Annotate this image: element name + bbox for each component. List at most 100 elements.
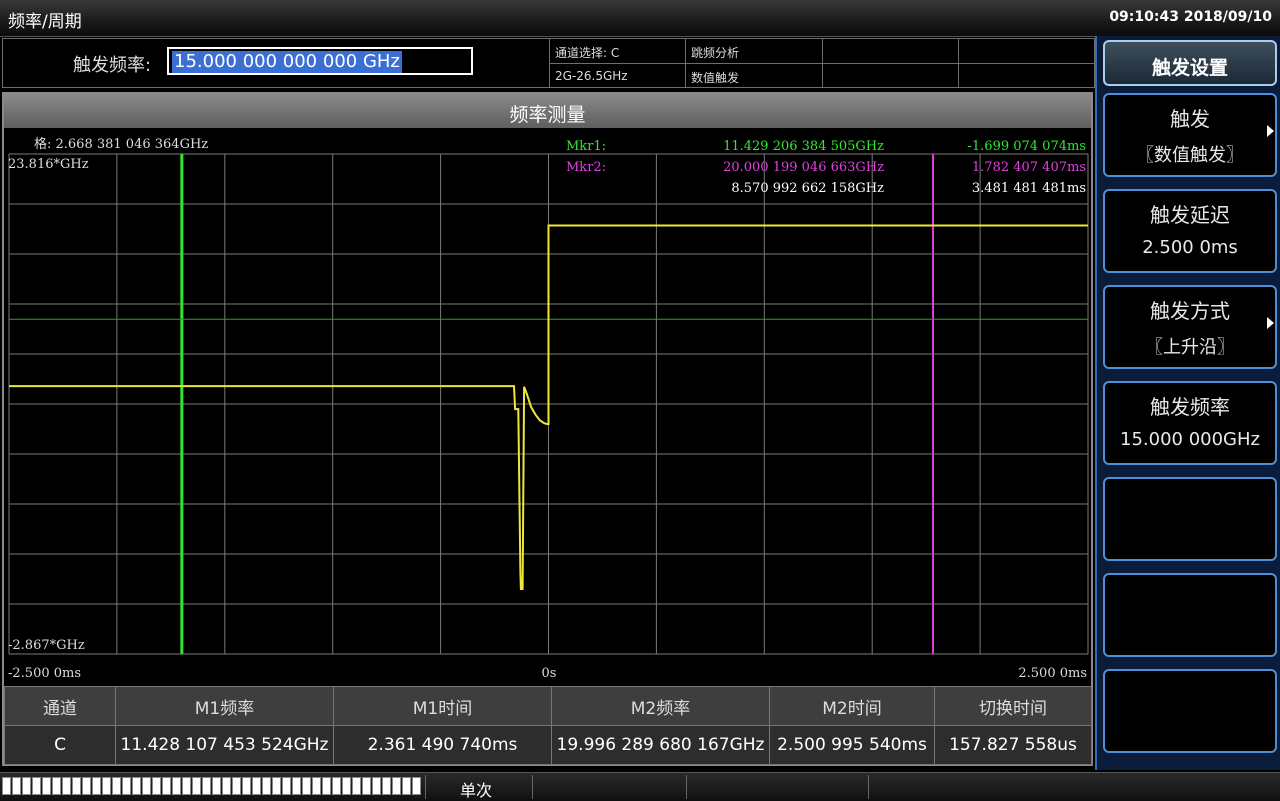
y-axis-bottom-label: -2.867*GHz xyxy=(8,638,85,653)
progress-segment xyxy=(92,777,101,795)
progress-segment xyxy=(142,777,151,795)
trigger-frequency-label: 触发频率: xyxy=(73,55,152,76)
cell-switch-time: 157.827 558us xyxy=(934,725,1092,765)
x-axis-left-label: -2.500 0ms xyxy=(8,666,81,681)
progress-segment xyxy=(132,777,141,795)
panel-header: 频率测量 xyxy=(4,94,1091,128)
col-switch-time-header: 切换时间 xyxy=(934,686,1092,726)
progress-segment xyxy=(212,777,221,795)
marker2-label: Mkr2: xyxy=(566,160,606,175)
results-header-row: 通道 M1频率 M1时间 M2频率 M2时间 切换时间 xyxy=(4,686,1092,726)
marker2-time: 1.782 407 407ms xyxy=(972,160,1086,175)
progress-segment xyxy=(82,777,91,795)
col-m2-freq-header: M2频率 xyxy=(551,686,770,726)
trigger-edge-button[interactable]: 触发方式 〖上升沿〗 xyxy=(1103,285,1277,369)
status-bar: 单次 xyxy=(0,772,1280,801)
softkey-empty-6[interactable] xyxy=(1103,573,1277,657)
softkey-empty-7[interactable] xyxy=(1103,669,1277,753)
marker1-label: Mkr1: xyxy=(566,139,606,154)
progress-segment xyxy=(282,777,291,795)
progress-segment xyxy=(32,777,41,795)
trigger-mode-title: 触发 xyxy=(1170,107,1210,131)
results-table: 通道 M1频率 M1时间 M2频率 M2时间 切换时间 C 11.428 107… xyxy=(4,686,1092,765)
trigger-frequency-value: 15.000 000 000 000 GHz xyxy=(172,51,402,73)
progress-segment xyxy=(12,777,21,795)
title-bar: 频率/周期 09:10:43 2018/09/10 xyxy=(0,0,1280,37)
cell-channel: C xyxy=(4,725,116,765)
frequency-chart[interactable]: 格: 2.668 381 046 364GHz 23.816*GHz -2.86… xyxy=(4,128,1091,688)
datetime-display: 09:10:43 2018/09/10 xyxy=(1109,9,1272,25)
progress-segment xyxy=(412,777,421,795)
trigger-frequency-setting: 15.000 000GHz xyxy=(1120,429,1260,450)
x-axis-center-label: 0s xyxy=(542,666,557,681)
col-m2-time-header: M2时间 xyxy=(769,686,935,726)
trigger-mode-button[interactable]: 触发 〖数值触发〗 xyxy=(1103,93,1277,177)
trigger-frequency-title: 触发频率 xyxy=(1150,395,1230,419)
delta-frequency: 8.570 992 662 158GHz xyxy=(731,181,884,196)
progress-segment xyxy=(102,777,111,795)
trigger-delay-value: 2.500 0ms xyxy=(1142,237,1238,258)
progress-segment xyxy=(312,777,321,795)
progress-segment xyxy=(222,777,231,795)
submenu-arrow-icon xyxy=(1267,317,1274,329)
progress-segment xyxy=(52,777,61,795)
progress-segment xyxy=(332,777,341,795)
progress-segment xyxy=(392,777,401,795)
progress-segment xyxy=(152,777,161,795)
x-axis-right-label: 2.500 0ms xyxy=(1018,666,1087,681)
grid-scale-label: 格: 2.668 381 046 364GHz xyxy=(34,136,208,152)
marker1-time: -1.699 074 074ms xyxy=(968,139,1087,154)
progress-segment xyxy=(22,777,31,795)
progress-segment xyxy=(182,777,191,795)
cell-m2-freq: 19.996 289 680 167GHz xyxy=(551,725,770,765)
marker2-frequency: 20.000 199 046 663GHz xyxy=(723,160,884,175)
progress-segment xyxy=(382,777,391,795)
app-title: 频率/周期 xyxy=(8,12,82,32)
progress-segment xyxy=(202,777,211,795)
progress-segment xyxy=(302,777,311,795)
progress-segment xyxy=(402,777,411,795)
trigger-edge-title: 触发方式 xyxy=(1150,299,1230,323)
progress-segment xyxy=(172,777,181,795)
progress-segment xyxy=(72,777,81,795)
progress-segment xyxy=(272,777,281,795)
table-row: C 11.428 107 453 524GHz 2.361 490 740ms … xyxy=(4,725,1092,765)
trigger-settings-header[interactable]: 触发设置 xyxy=(1103,40,1277,86)
softkey-sidebar: 触发设置 触发 〖数值触发〗 触发延迟 2.500 0ms 触发方式 〖上升沿〗… xyxy=(1095,36,1280,770)
cell-m1-time: 2.361 490 740ms xyxy=(333,725,552,765)
trigger-info-bar: 触发频率: 15.000 000 000 000 GHz 通道选择: C 2G-… xyxy=(2,38,1095,88)
progress-segment xyxy=(62,777,71,795)
progress-segment xyxy=(252,777,261,795)
progress-segment xyxy=(42,777,51,795)
trigger-frequency-button[interactable]: 触发频率 15.000 000GHz xyxy=(1103,381,1277,465)
progress-segment xyxy=(342,777,351,795)
y-axis-top-label: 23.816*GHz xyxy=(8,157,89,172)
progress-segment xyxy=(122,777,131,795)
analysis-mode-text: 跳频分析 xyxy=(691,46,740,60)
progress-segment xyxy=(242,777,251,795)
trigger-mode-value: 〖数值触发〗 xyxy=(1136,145,1244,166)
cell-m1-freq: 11.428 107 453 524GHz xyxy=(115,725,334,765)
trigger-delay-title: 触发延迟 xyxy=(1150,203,1230,227)
progress-segment xyxy=(352,777,361,795)
progress-segment xyxy=(112,777,121,795)
panel-title: 频率测量 xyxy=(509,104,586,126)
acquisition-mode: 单次 xyxy=(460,781,493,800)
softkey-empty-5[interactable] xyxy=(1103,477,1277,561)
progress-segment xyxy=(292,777,301,795)
progress-segment xyxy=(322,777,331,795)
trigger-info-grid: 通道选择: C 2G-26.5GHz 跳频分析 数值触发 xyxy=(549,39,1094,87)
trigger-type-text: 数值触发 xyxy=(691,71,740,85)
marker1-frequency: 11.429 206 384 505GHz xyxy=(723,139,884,154)
progress-segment xyxy=(162,777,171,795)
progress-segment xyxy=(192,777,201,795)
progress-segment xyxy=(372,777,381,795)
trigger-delay-button[interactable]: 触发延迟 2.500 0ms xyxy=(1103,189,1277,273)
trigger-frequency-input[interactable]: 15.000 000 000 000 GHz xyxy=(167,47,473,75)
frequency-measurement-panel: 频率测量 格: 2.668 381 046 364GHz 23.816*GHz … xyxy=(2,92,1093,766)
progress-segment xyxy=(262,777,271,795)
progress-segment xyxy=(362,777,371,795)
trigger-settings-label: 触发设置 xyxy=(1151,57,1228,79)
progress-segment xyxy=(232,777,241,795)
col-channel-header: 通道 xyxy=(4,686,116,726)
